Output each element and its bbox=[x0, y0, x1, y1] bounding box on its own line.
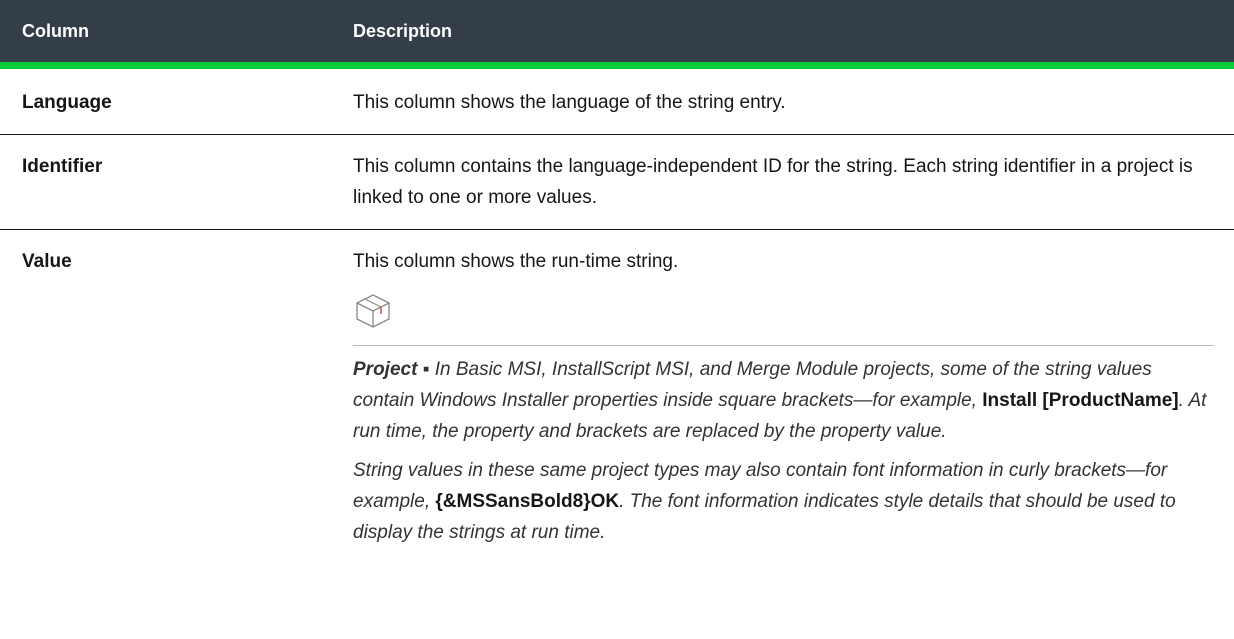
row-description-cell: This column shows the run-time string. P… bbox=[353, 230, 1234, 567]
row-name: Identifier bbox=[0, 134, 353, 230]
column-description-table: Column Description Language This column … bbox=[0, 0, 1234, 566]
note-code: {&MSSansBold8}OK bbox=[435, 491, 620, 512]
note-paragraph-1: Project ▪ In Basic MSI, InstallScript MS… bbox=[353, 354, 1214, 447]
header-description: Description bbox=[353, 0, 1234, 69]
note-divider bbox=[353, 345, 1214, 346]
table-row-value: Value This column shows the run-time str… bbox=[0, 230, 1234, 567]
header-column: Column bbox=[0, 0, 353, 69]
header-row: Column Description bbox=[0, 0, 1234, 69]
note-paragraph-2: String values in these same project type… bbox=[353, 455, 1214, 548]
project-box-icon bbox=[355, 294, 391, 328]
note-code: Install [ProductName] bbox=[982, 390, 1179, 411]
note-label: Project ▪ bbox=[353, 359, 430, 380]
row-name: Value bbox=[22, 251, 72, 272]
project-note: Project ▪ In Basic MSI, InstallScript MS… bbox=[353, 277, 1214, 548]
table-row-language: Language This column shows the language … bbox=[0, 65, 1234, 135]
table-header: Column Description bbox=[0, 0, 1234, 69]
row-description: This column shows the language of the st… bbox=[353, 65, 1234, 135]
table-row-identifier: Identifier This column contains the lang… bbox=[0, 134, 1234, 230]
row-description: This column shows the run-time string. bbox=[353, 251, 679, 272]
row-name: Language bbox=[0, 65, 353, 135]
row-description: This column contains the language-indepe… bbox=[353, 134, 1234, 230]
